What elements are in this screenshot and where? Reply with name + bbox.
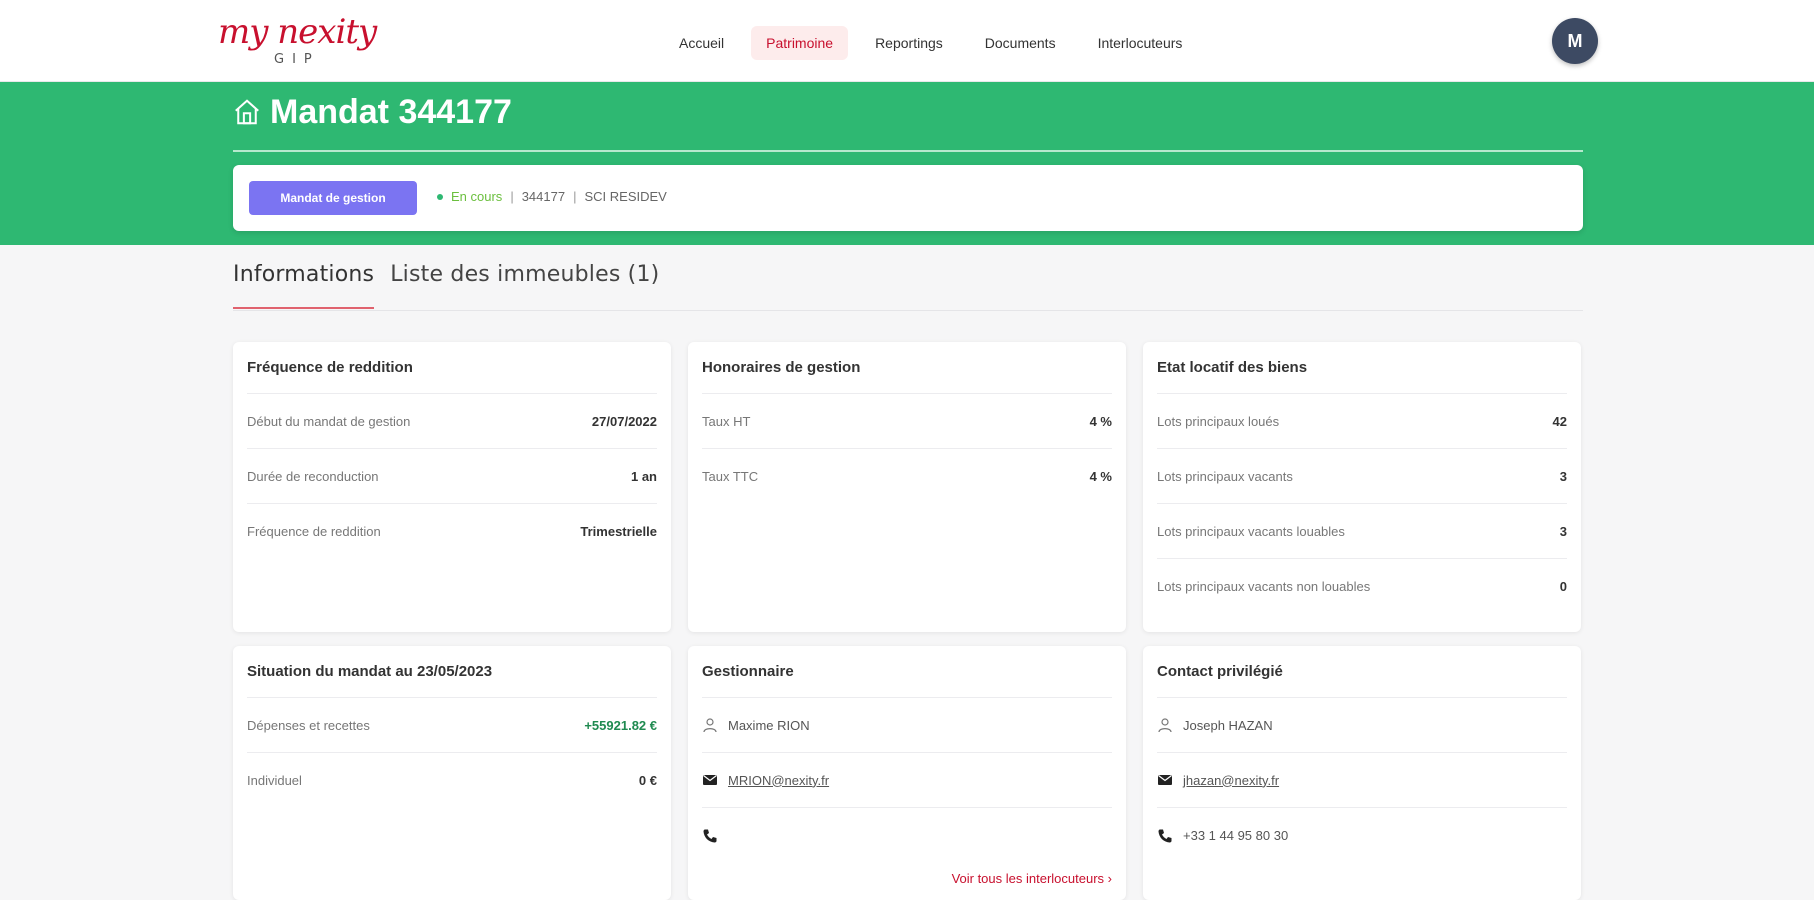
phone-icon [703, 829, 717, 842]
info-row: Taux HT 4 % [702, 394, 1112, 449]
main-nav: Accueil Patrimoine Reportings Documents … [664, 26, 1205, 60]
logo[interactable]: my nexity GIP [218, 12, 378, 67]
row-value: 0 € [638, 773, 657, 788]
row-value: +55921.82 € [584, 717, 657, 733]
user-icon [703, 718, 717, 733]
contact-phone-row: +33 1 44 95 80 30 [1157, 808, 1567, 863]
info-row: Durée de reconduction 1 an [247, 449, 657, 504]
info-row: Lots principaux vacants louables 3 [1157, 504, 1567, 559]
status-dot-icon [437, 193, 443, 200]
info-row: Début du mandat de gestion 27/07/2022 [247, 394, 657, 449]
row-label: Fréquence de reddition [247, 524, 381, 539]
row-value: 4 % [1089, 413, 1112, 429]
card-reddition: Fréquence de reddition Début du mandat d… [233, 342, 671, 632]
mandat-number: 344177 [521, 189, 566, 204]
mail-icon [1158, 775, 1172, 785]
card-situation: Situation du mandat au 23/05/2023 Dépens… [233, 646, 671, 900]
card-gestionnaire: Gestionnaire Maxime RION MRION@nexity.fr… [688, 646, 1126, 900]
row-label: Taux HT [702, 413, 751, 429]
row-value: 3 [1559, 523, 1567, 539]
contact-email-row: jhazan@nexity.fr [1157, 753, 1567, 808]
mandat-summary: Mandat de gestion En cours | 344177 | SC… [233, 165, 1583, 231]
phone-icon [1158, 829, 1172, 842]
row-value: 42 [1552, 413, 1567, 429]
row-value: 1 an [630, 468, 657, 484]
card-honoraires: Honoraires de gestion Taux HT 4 % Taux T… [688, 342, 1126, 632]
nav-patrimoine[interactable]: Patrimoine [751, 26, 849, 60]
separator: | [510, 189, 514, 204]
page-title-row: Mandat 344177 [232, 92, 512, 132]
row-label: Lots principaux vacants louables [1157, 523, 1345, 539]
info-row: Taux TTC 4 % [702, 449, 1112, 504]
contact-name-row: Joseph HAZAN [1157, 698, 1567, 753]
avatar[interactable]: M [1552, 18, 1598, 64]
contact-name-row: Maxime RION [702, 698, 1112, 753]
card-title: Fréquence de reddition [247, 342, 657, 394]
info-row: Dépenses et recettes +55921.82 € [247, 698, 657, 753]
nav-reportings[interactable]: Reportings [860, 26, 958, 60]
tab-bar: Informations Liste des immeubles (1) [233, 262, 659, 309]
info-row: Lots principaux vacants 3 [1157, 449, 1567, 504]
logo-sub: GIP [274, 52, 320, 67]
row-label: Lots principaux vacants non louables [1157, 579, 1371, 594]
contact-phone-row [702, 808, 1112, 863]
info-row: Lots principaux vacants non louables 0 [1157, 559, 1567, 614]
owner-name: SCI RESIDEV [584, 189, 667, 204]
contact-email-link[interactable]: jhazan@nexity.fr [1183, 773, 1279, 788]
row-value: Trimestrielle [580, 524, 657, 539]
contact-phone: +33 1 44 95 80 30 [1183, 828, 1289, 843]
info-row: Individuel 0 € [247, 753, 657, 808]
see-all-contacts-label: Voir tous les interlocuteurs [951, 871, 1105, 886]
contact-name: Joseph HAZAN [1183, 717, 1273, 733]
info-row: Lots principaux loués 42 [1157, 394, 1567, 449]
tab-immeubles[interactable]: Liste des immeubles (1) [390, 262, 659, 309]
divider [233, 150, 1583, 152]
row-label: Individuel [247, 773, 302, 788]
row-value: 3 [1559, 468, 1567, 484]
see-all-contacts-link[interactable]: Voir tous les interlocuteurs › [952, 871, 1112, 886]
nav-accueil[interactable]: Accueil [664, 26, 739, 60]
card-title: Gestionnaire [702, 646, 1112, 698]
top-bar: my nexity GIP Accueil Patrimoine Reporti… [0, 0, 1814, 82]
tab-informations[interactable]: Informations [233, 262, 375, 309]
mail-icon [703, 775, 717, 785]
separator: | [573, 189, 577, 204]
info-row: Fréquence de reddition Trimestrielle [247, 504, 657, 559]
row-label: Durée de reconduction [247, 468, 379, 484]
card-title: Honoraires de gestion [702, 342, 1112, 394]
row-label: Taux TTC [702, 469, 759, 484]
card-etat-locatif: Etat locatif des biens Lots principaux l… [1143, 342, 1581, 632]
nav-documents[interactable]: Documents [970, 26, 1071, 60]
tabs-divider [233, 310, 1583, 311]
chevron-right-icon: › [1107, 871, 1112, 886]
row-label: Lots principaux vacants [1157, 468, 1293, 484]
user-icon [1158, 718, 1172, 733]
row-value: 27/07/2022 [591, 413, 657, 429]
row-label: Début du mandat de gestion [247, 413, 411, 429]
nav-interlocuteurs[interactable]: Interlocuteurs [1083, 26, 1198, 60]
card-title: Etat locatif des biens [1157, 342, 1567, 394]
row-value: 4 % [1089, 469, 1112, 484]
row-value: 0 [1559, 579, 1567, 594]
row-label: Dépenses et recettes [247, 717, 370, 733]
contact-email-row: MRION@nexity.fr [702, 753, 1112, 808]
card-title: Contact privilégié [1157, 646, 1567, 698]
card-contact: Contact privilégié Joseph HAZAN jhazan@n… [1143, 646, 1581, 900]
row-label: Lots principaux loués [1157, 413, 1280, 429]
card-title: Situation du mandat au 23/05/2023 [247, 646, 657, 698]
status-badge: En cours [451, 189, 503, 204]
page-title: Mandat 344177 [270, 92, 512, 131]
contact-email-link[interactable]: MRION@nexity.fr [728, 773, 829, 788]
mandat-type-button[interactable]: Mandat de gestion [249, 181, 417, 215]
logo-text: my nexity [218, 12, 377, 52]
mandat-meta: En cours | 344177 | SCI RESIDEV [437, 189, 667, 204]
home-icon [235, 99, 259, 125]
contact-name: Maxime RION [728, 717, 810, 733]
